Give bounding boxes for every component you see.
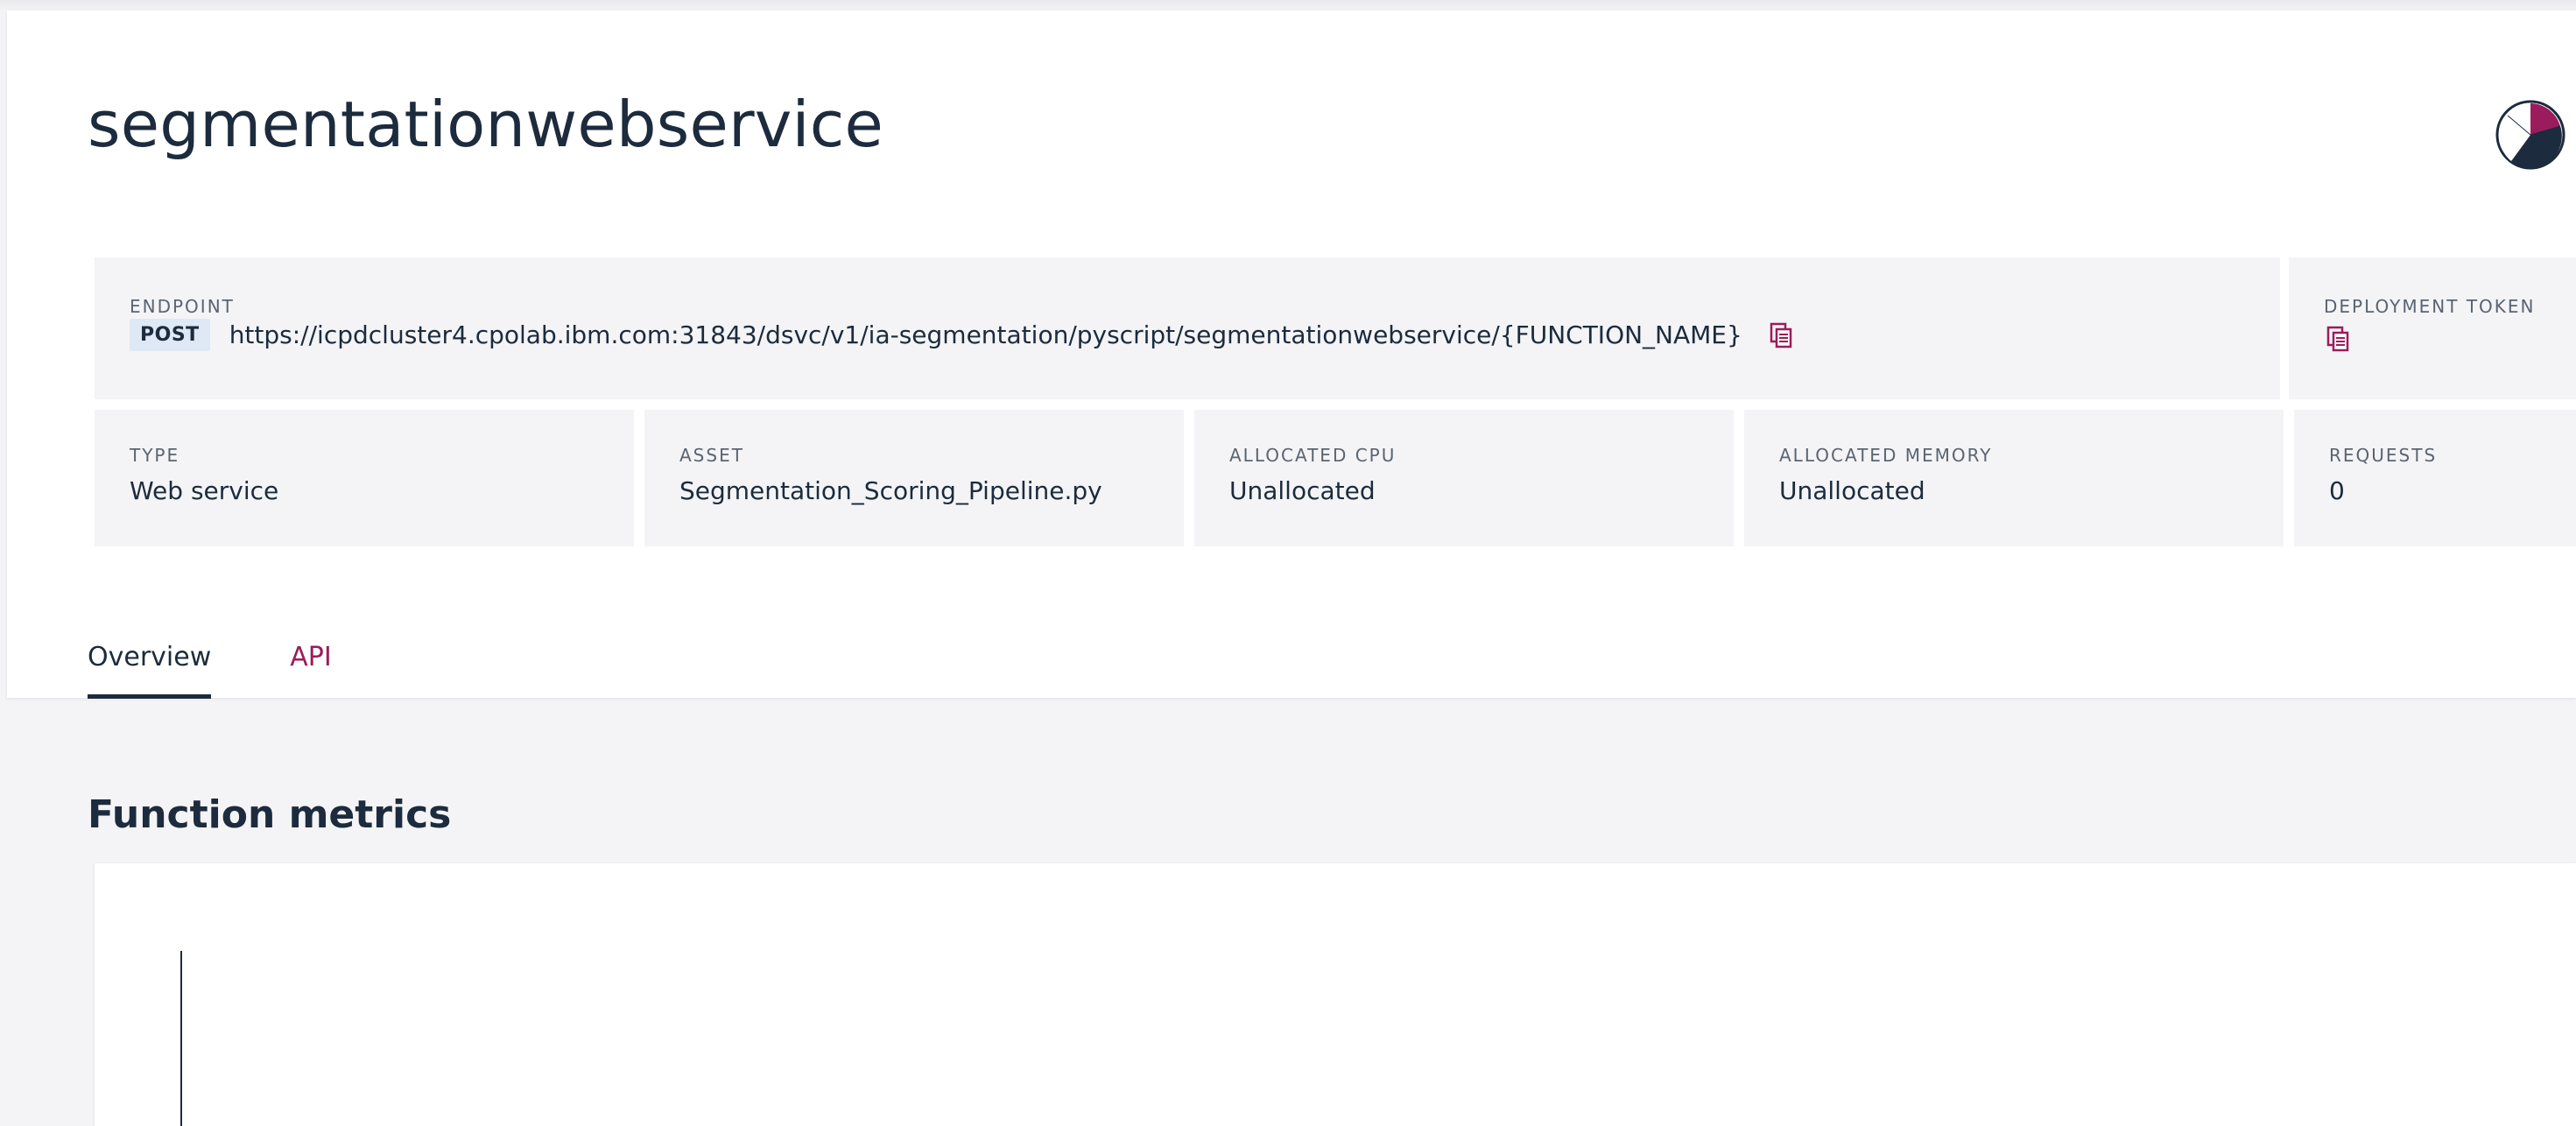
endpoint-row: POST https://icpdcluster4.cpolab.ibm.com… <box>130 319 1793 351</box>
detail-card-allocated-cpu: ALLOCATED CPU Unallocated <box>1194 410 1734 546</box>
copy-icon[interactable] <box>2326 326 2350 352</box>
detail-card-requests: REQUESTS 0 <box>2294 410 2576 546</box>
detail-label: TYPE <box>130 445 180 466</box>
deployment-token-card: DEPLOYMENT TOKEN <box>2289 257 2576 399</box>
detail-label: ALLOCATED MEMORY <box>1779 445 1993 466</box>
detail-value: 0 <box>2329 476 2345 505</box>
top-edge <box>0 0 2576 11</box>
deployment-token-label: DEPLOYMENT TOKEN <box>2324 296 2536 317</box>
tab-overview[interactable]: Overview <box>88 630 212 699</box>
detail-label: ASSET <box>679 445 744 466</box>
detail-label: ALLOCATED CPU <box>1229 445 1397 466</box>
detail-value: Web service <box>130 476 279 505</box>
endpoint-card: ENDPOINT POST https://icpdcluster4.cpola… <box>95 257 2280 399</box>
detail-card-allocated-memory: ALLOCATED MEMORY Unallocated <box>1744 410 2284 546</box>
detail-value: Unallocated <box>1229 476 1376 505</box>
tab-api[interactable]: API <box>290 630 331 699</box>
endpoint-label: ENDPOINT <box>130 296 235 317</box>
detail-value: Segmentation_Scoring_Pipeline.py <box>679 476 1102 505</box>
tab-bar: Overview API <box>88 630 411 699</box>
function-metrics-title: Function metrics <box>88 792 452 837</box>
detail-card-asset: ASSET Segmentation_Scoring_Pipeline.py <box>644 410 1184 546</box>
detail-value: Unallocated <box>1779 476 1925 505</box>
chart-y-axis <box>180 951 182 1126</box>
user-avatar-icon[interactable] <box>2495 100 2565 170</box>
page-title: segmentationwebservice <box>88 88 884 161</box>
copy-icon[interactable] <box>1769 322 1793 348</box>
endpoint-url: https://icpdcluster4.cpolab.ibm.com:3184… <box>229 320 1742 349</box>
function-metrics-panel <box>95 863 2576 1126</box>
detail-label: REQUESTS <box>2329 445 2438 466</box>
http-method-badge: POST <box>130 319 210 351</box>
detail-card-type: TYPE Web service <box>95 410 634 546</box>
